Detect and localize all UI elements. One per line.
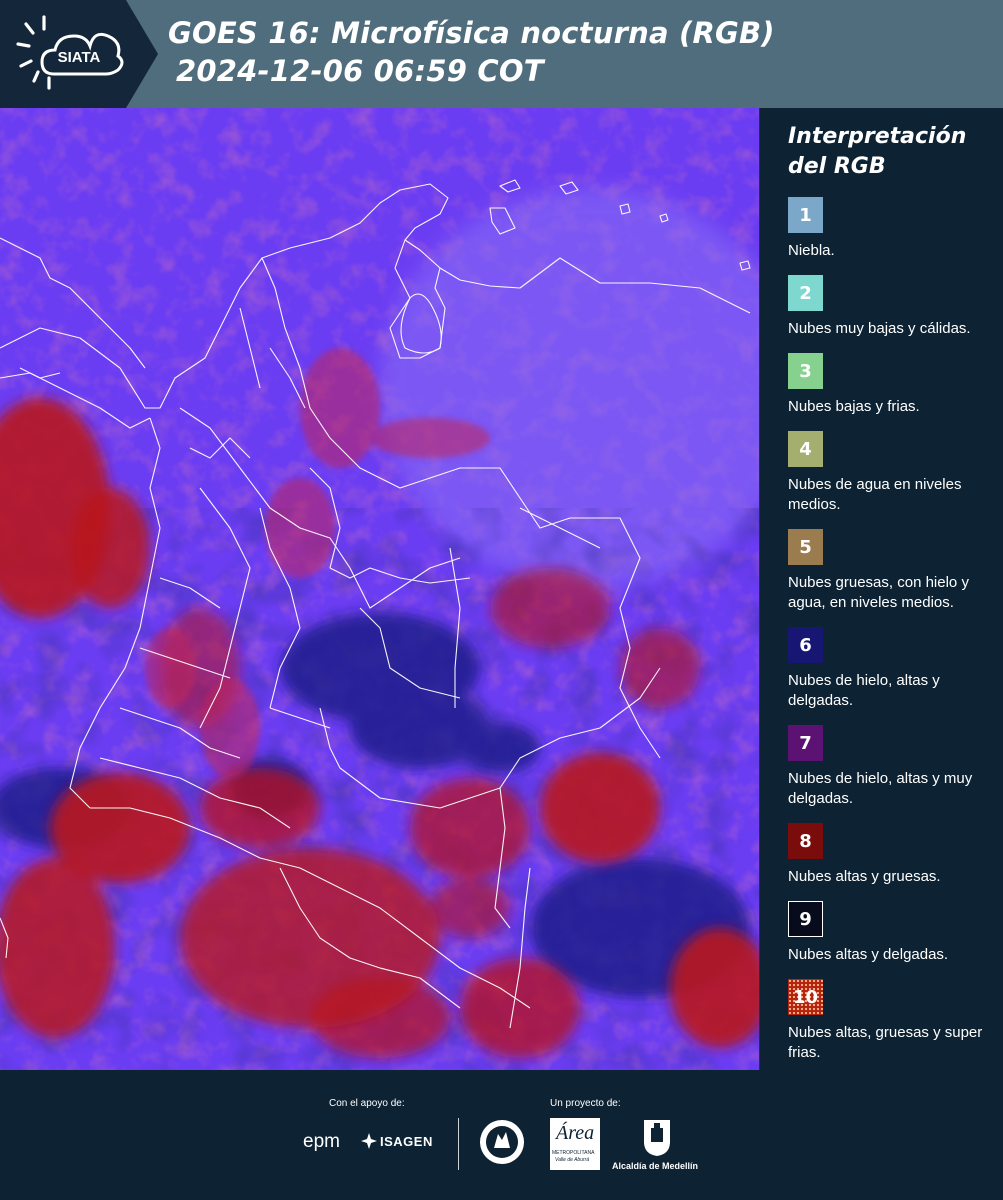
legend-item: 1 Niebla. [788, 197, 1003, 261]
legend-item: 5 Nubes gruesas, con hielo y agua, en niv… [788, 529, 1003, 613]
legend-item: 4 Nubes de agua en niveles medios. [788, 431, 1003, 515]
footer-divider [458, 1118, 459, 1170]
legend-label: Niebla. [788, 242, 835, 259]
legend-label: Nubes de hielo, altas y muy delgadas. [788, 770, 973, 807]
legend-title-line-2: del RGB [788, 154, 886, 179]
isagen-text: ISAGEN [380, 1134, 433, 1149]
legend-swatch: 5 [788, 529, 823, 565]
area-metropolitana-logo: Área METROPOLITANA Valle de Aburrá [550, 1118, 600, 1170]
alcaldia-label: Alcaldía de Medellín [612, 1161, 699, 1171]
legend-swatch: 7 [788, 725, 823, 761]
footer: Con el apoyo de: Un proyecto de: epm ISA… [0, 1070, 1003, 1200]
legend-item: 6 Nubes de hielo, altas y delgadas. [788, 627, 1003, 711]
legend-label: Nubes altas, gruesas y super frias. [788, 1024, 983, 1061]
legend-swatch: 3 [788, 353, 823, 389]
area-logo-text: Área [556, 1122, 595, 1144]
siata-logo: SIATA [0, 0, 158, 108]
isagen-star-icon [361, 1133, 377, 1149]
legend-label: Nubes bajas y frias. [788, 398, 920, 415]
legend-label: Nubes de hielo, altas y delgadas. [788, 672, 940, 709]
legend-swatch: 10 [788, 979, 823, 1015]
project-caption: Un proyecto de: [550, 1098, 621, 1109]
legend-item: 7 Nubes de hielo, altas y muy delgadas. [788, 725, 1003, 809]
legend-label: Nubes altas y delgadas. [788, 946, 949, 963]
page-title: GOES 16: Microfísica nocturna (RGB) 2024… [168, 14, 775, 90]
legend-swatch: 6 [788, 627, 823, 663]
university-seal-logo [478, 1118, 526, 1171]
legend-swatch: 1 [788, 197, 823, 233]
legend-item: 10 Nubes altas, gruesas y super frias. [788, 979, 1003, 1063]
support-caption: Con el apoyo de: [329, 1098, 405, 1109]
area-logo-subtitle-2: Valle de Aburrá [555, 1157, 590, 1163]
legend-panel: Interpretación del RGB 1 Niebla. 2 Nubes m… [760, 108, 1003, 1070]
legend-label: Nubes de agua en niveles medios. [788, 476, 962, 513]
logo-text: SIATA [58, 49, 101, 66]
title-line-1: GOES 16: Microfísica nocturna (RGB) [168, 16, 775, 50]
header-bar: SIATA GOES 16: Microfísica nocturna (RGB… [0, 0, 1003, 108]
legend-label: Nubes muy bajas y cálidas. [788, 320, 971, 337]
legend-swatch: 8 [788, 823, 823, 859]
area-logo-subtitle: METROPOLITANA [552, 1150, 595, 1156]
legend-item: 3 Nubes bajas y frias. [788, 353, 1003, 417]
title-line-2: 2024-12-06 06:59 COT [176, 54, 544, 88]
alcaldia-shield-icon [642, 1118, 672, 1163]
legend-items: 1 Niebla. 2 Nubes muy bajas y cálidas. 3 Nu… [788, 197, 1003, 1063]
legend-item: 8 Nubes altas y gruesas. [788, 823, 1003, 887]
legend-swatch: 4 [788, 431, 823, 467]
epm-logo: epm [303, 1131, 340, 1152]
legend-item: 2 Nubes muy bajas y cálidas. [788, 275, 1003, 339]
legend-title: Interpretación del RGB [788, 122, 1003, 182]
legend-swatch: 9 [788, 901, 823, 937]
legend-item: 9 Nubes altas y delgadas. [788, 901, 1003, 965]
legend-label: Nubes gruesas, con hielo y agua, en nive… [788, 574, 969, 611]
legend-title-line-1: Interpretación [788, 124, 967, 149]
legend-swatch: 2 [788, 275, 823, 311]
satellite-map [0, 108, 760, 1070]
page: SIATA GOES 16: Microfísica nocturna (RGB… [0, 0, 1003, 1200]
legend-label: Nubes altas y gruesas. [788, 868, 941, 885]
